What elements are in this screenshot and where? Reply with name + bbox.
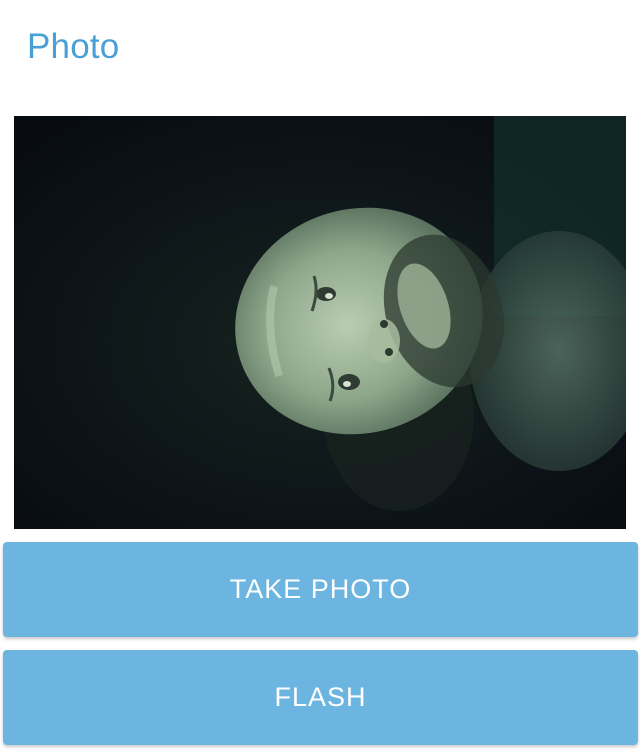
camera-feed-image bbox=[14, 116, 626, 529]
page-title: Photo bbox=[27, 27, 120, 66]
photo-screen: Photo TAKE PHOTO FLASH bbox=[0, 0, 640, 750]
take-photo-button[interactable]: TAKE PHOTO bbox=[3, 542, 638, 637]
flash-button[interactable]: FLASH bbox=[3, 650, 638, 745]
camera-preview[interactable] bbox=[14, 116, 626, 529]
